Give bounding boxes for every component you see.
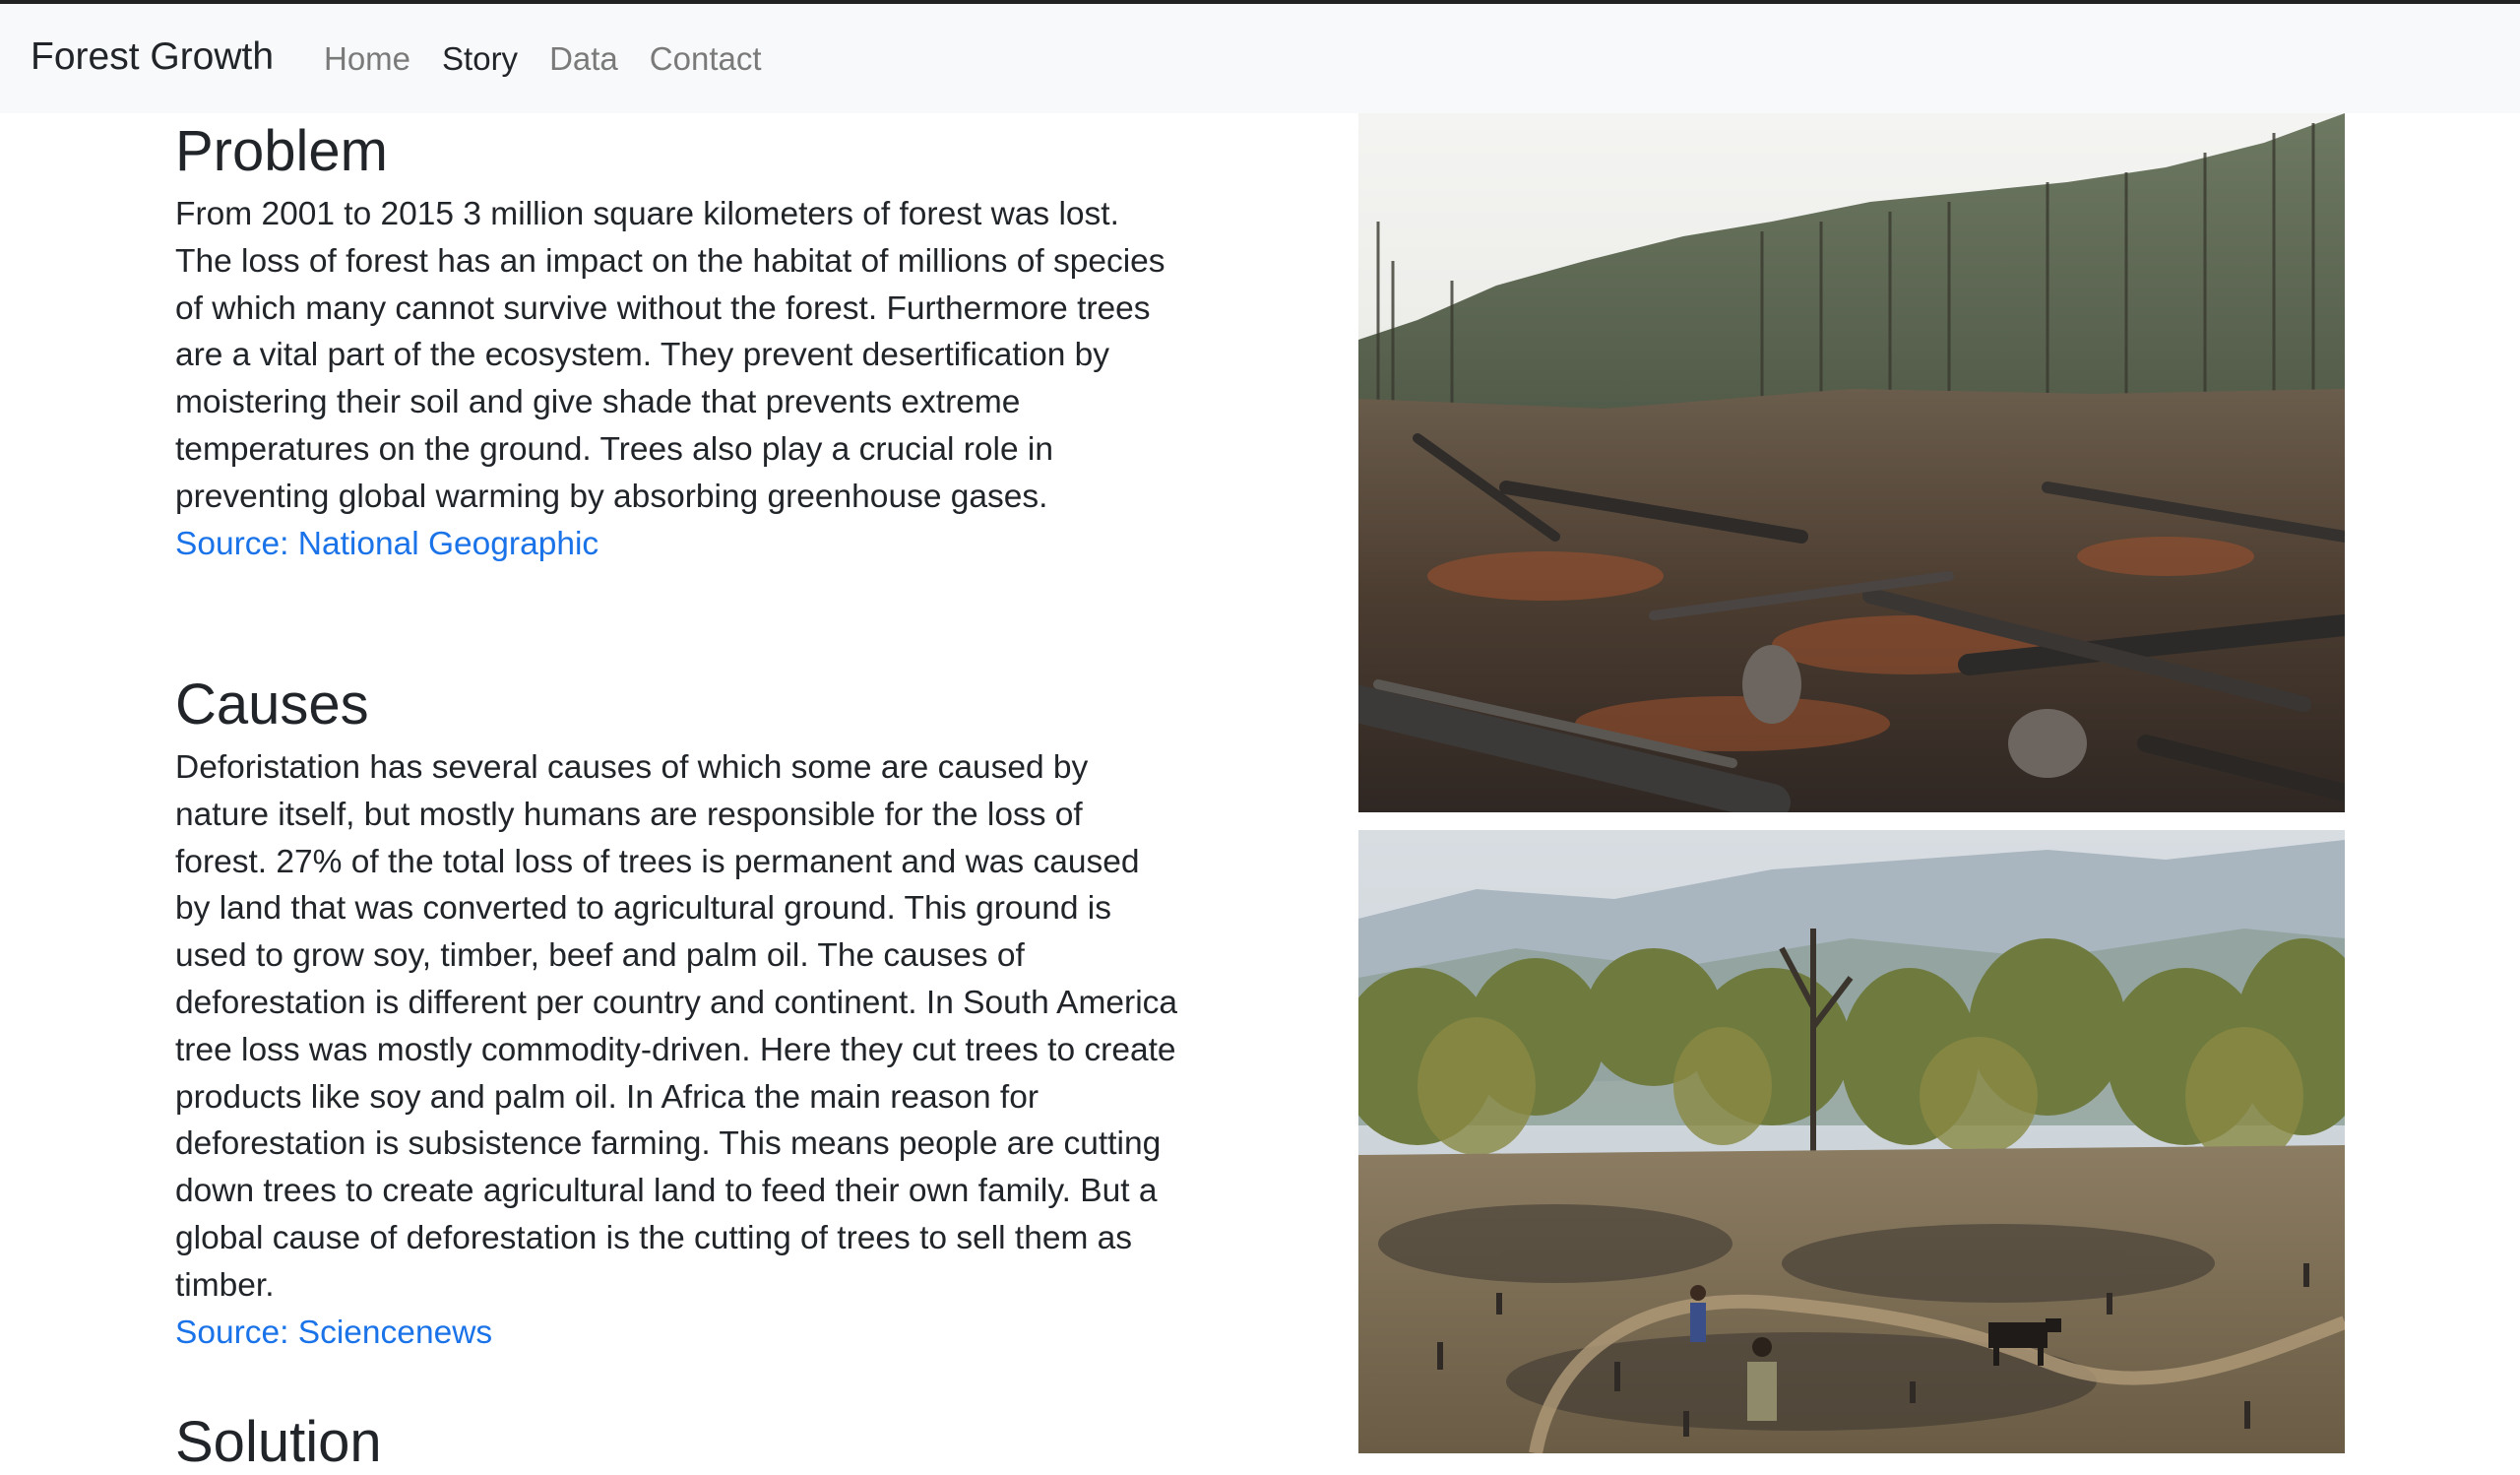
section-solution: Solution [175, 1410, 1179, 1475]
section-problem: Problem From 2001 to 2015 3 million squa… [175, 119, 1179, 567]
nav-link-data[interactable]: Data [549, 39, 618, 79]
navbar: Forest Growth Home Story Data Contact [0, 4, 2520, 113]
nav-link-home[interactable]: Home [324, 39, 410, 79]
section-title-solution: Solution [175, 1410, 382, 1474]
problem-text: From 2001 to 2015 3 million square kilom… [175, 196, 1166, 515]
nav-link-story[interactable]: Story [442, 39, 518, 79]
deforestation-photo-clearcut [1358, 113, 2345, 812]
nav-links: Home Story Data Contact [324, 39, 793, 79]
brand-logo-text[interactable]: Forest Growth [31, 33, 274, 81]
source-link-national-geographic[interactable]: Source: National Geographic [175, 521, 1179, 568]
source-link-sciencenews[interactable]: Source: Sciencenews [175, 1310, 1179, 1357]
nav-link-contact[interactable]: Contact [650, 39, 762, 79]
section-causes: Causes Deforistation has several causes … [175, 673, 1179, 1356]
causes-text: Deforistation has several causes of whic… [175, 749, 1178, 1304]
deforestation-photo-burned-land [1358, 830, 2345, 1453]
section-title-causes: Causes [175, 673, 369, 737]
section-title-problem: Problem [175, 119, 388, 183]
